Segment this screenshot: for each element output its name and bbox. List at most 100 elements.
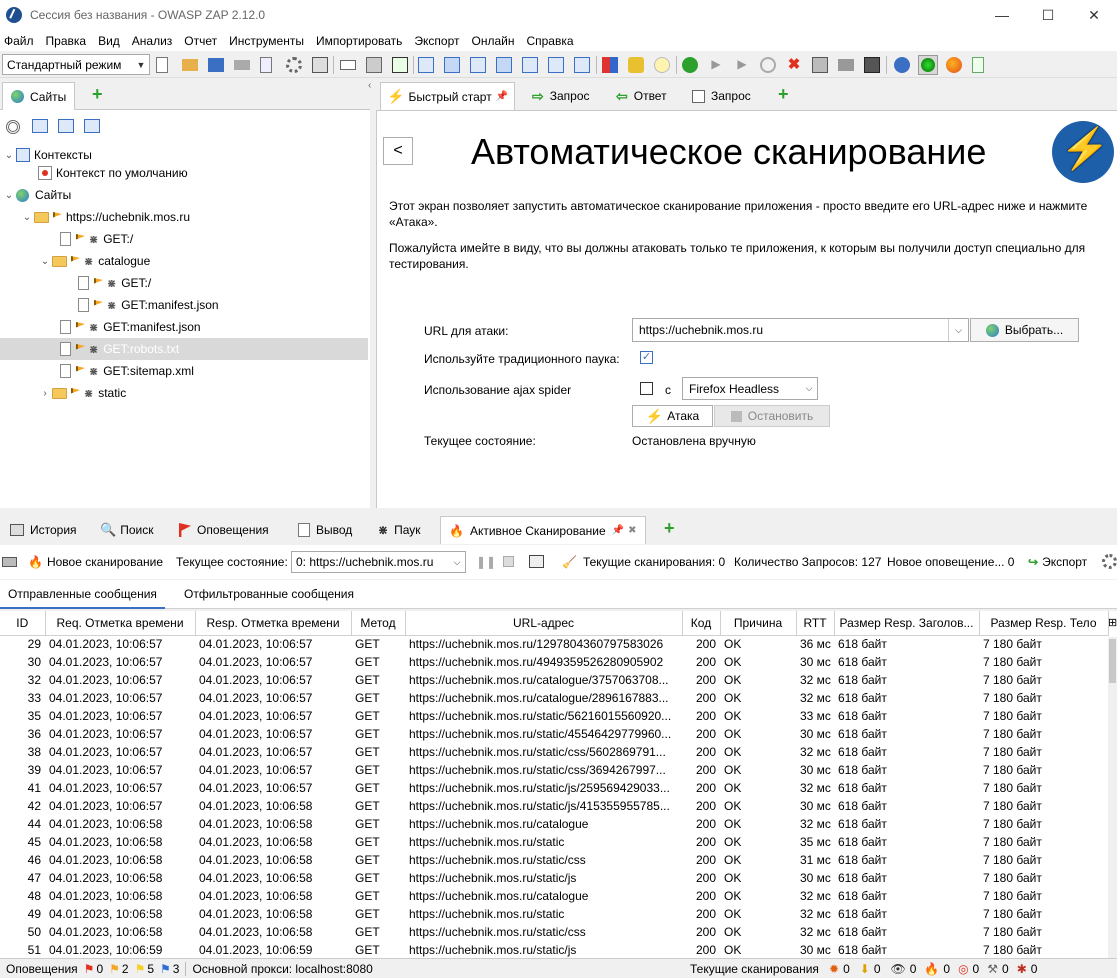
add-tab-icon[interactable]: + (92, 85, 103, 103)
layout-side-icon[interactable] (470, 57, 486, 73)
tree-node-static[interactable]: › ⋇ static (38, 383, 126, 403)
table-row[interactable]: 32 04.01.2023, 10:06:57 04.01.2023, 10:06:… (0, 671, 1108, 689)
tab-quick-start[interactable]: ⚡ Быстрый старт 📌 (380, 82, 516, 110)
tab-sites[interactable]: Сайты (2, 82, 76, 110)
new-session-icon[interactable] (156, 57, 168, 73)
table-row[interactable]: 46 04.01.2023, 10:06:58 04.01.2023, 10:06:… (0, 851, 1108, 869)
layout-horizontal-icon[interactable] (522, 57, 538, 73)
keyboard-icon[interactable] (812, 57, 828, 73)
scrollbar-thumb[interactable] (1109, 639, 1116, 683)
collapse-arrows-icon[interactable]: ‹ (368, 80, 371, 91)
note-icon[interactable] (340, 60, 356, 70)
tree-node-get-root[interactable]: ⋇ GET:/ (60, 229, 133, 249)
save-session-icon[interactable] (208, 58, 224, 72)
table-row[interactable]: 41 04.01.2023, 10:06:57 04.01.2023, 10:06:… (0, 779, 1108, 797)
table-row[interactable]: 35 04.01.2023, 10:06:57 04.01.2023, 10:06:… (0, 707, 1108, 725)
layout-vertical-icon[interactable] (548, 57, 564, 73)
gear-icon[interactable] (1102, 554, 1117, 569)
step-icon[interactable]: ▶ (708, 57, 724, 73)
table-row[interactable]: 39 04.01.2023, 10:06:57 04.01.2023, 10:06:… (0, 761, 1108, 779)
tree-node-catalogue[interactable]: ⌄ ⋇ catalogue (38, 251, 150, 271)
tab-request-editor[interactable]: Запрос (684, 82, 759, 110)
pin-icon[interactable]: 📌 (612, 525, 624, 536)
col-code[interactable]: Код (682, 611, 721, 636)
col-reason[interactable]: Причина (720, 611, 797, 636)
tab-alerts[interactable]: Оповещения (171, 516, 277, 544)
script-icon[interactable] (628, 57, 644, 73)
col-rtt[interactable]: RTT (796, 611, 835, 636)
table-row[interactable]: 51 04.01.2023, 10:06:59 04.01.2023, 10:06:… (0, 941, 1108, 958)
back-button[interactable]: < (383, 137, 413, 165)
tab-sent-messages[interactable]: Отправленные сообщения (0, 580, 165, 609)
maximize-button[interactable]: ☐ (1025, 0, 1071, 30)
table-row[interactable]: 44 04.01.2023, 10:06:58 04.01.2023, 10:06:… (0, 815, 1108, 833)
col-method[interactable]: Метод (351, 611, 406, 636)
col-req-time[interactable]: Req. Отметка времени (45, 611, 196, 636)
snapshot-icon[interactable] (234, 60, 250, 70)
menu-file[interactable]: Файл (0, 34, 42, 48)
tab-request[interactable]: ⇨ Запрос (524, 82, 598, 110)
layout-split-icon[interactable] (496, 57, 512, 73)
scan-select[interactable]: 0: https://uchebnik.mos.ru ⌵ (291, 551, 466, 573)
attack-button[interactable]: ⚡ Атака (632, 405, 713, 427)
table-row[interactable]: 47 04.01.2023, 10:06:58 04.01.2023, 10:06:… (0, 869, 1108, 887)
break-all-icon[interactable] (682, 57, 698, 73)
table-row[interactable]: 49 04.01.2023, 10:06:58 04.01.2023, 10:06:… (0, 905, 1108, 923)
lightbulb-icon[interactable] (654, 57, 670, 73)
ajax-spider-checkbox[interactable] (640, 382, 653, 395)
table-row[interactable]: 38 04.01.2023, 10:06:57 04.01.2023, 10:06:… (0, 743, 1108, 761)
tree-node-manifest[interactable]: ⋇ GET:manifest.json (60, 317, 201, 337)
http-sessions-icon[interactable] (838, 59, 854, 71)
close-button[interactable]: ✕ (1071, 0, 1117, 30)
scope-icon[interactable] (602, 57, 618, 73)
menu-online[interactable]: Онлайн (467, 34, 522, 48)
table-row[interactable]: 50 04.01.2023, 10:06:58 04.01.2023, 10:06:… (0, 923, 1108, 941)
tree-default-context[interactable]: Контекст по умолчанию (38, 163, 188, 183)
table-row[interactable]: 29 04.01.2023, 10:06:57 04.01.2023, 10:06:… (0, 635, 1108, 653)
tab-active-scan[interactable]: 🔥 Активное Сканирование 📌 ✖ (440, 516, 646, 544)
menu-export[interactable]: Экспорт (410, 34, 467, 48)
col-resp-time[interactable]: Resp. Отметка времени (195, 611, 352, 636)
keyboard-icon[interactable] (2, 557, 17, 567)
open-session-icon[interactable] (182, 59, 198, 71)
chevron-down-icon[interactable]: ⌵ (948, 319, 968, 341)
table-row[interactable]: 30 04.01.2023, 10:06:57 04.01.2023, 10:06:… (0, 653, 1108, 671)
table-scrollbar[interactable] (1108, 637, 1117, 958)
select-url-button[interactable]: Выбрать... (970, 318, 1079, 342)
menu-report[interactable]: Отчет (180, 34, 225, 48)
stop-icon[interactable] (503, 556, 514, 567)
new-context-icon[interactable] (32, 119, 48, 133)
tree-node-sitemap[interactable]: ⋇ GET:sitemap.xml (60, 361, 194, 381)
layout-full-icon[interactable] (418, 57, 434, 73)
minimize-button[interactable]: — (979, 0, 1025, 30)
table-row[interactable]: 33 04.01.2023, 10:06:57 04.01.2023, 10:06:… (0, 689, 1108, 707)
x-icon[interactable]: ✖ (786, 57, 802, 73)
firefox-icon[interactable] (946, 57, 962, 73)
menu-analyse[interactable]: Анализ (128, 34, 181, 48)
column-chooser-icon[interactable]: ⊞ (1108, 616, 1117, 629)
session-properties-icon[interactable] (260, 57, 272, 73)
layout-icon[interactable] (366, 57, 382, 73)
menu-import[interactable]: Импортировать (312, 34, 410, 48)
new-scan-button[interactable]: 🔥 Новое сканирование (28, 555, 163, 569)
hud-icon[interactable] (864, 57, 880, 73)
proxy-status-icon[interactable] (921, 58, 935, 72)
pause-icon[interactable]: ❚❚ (476, 555, 496, 569)
target-icon[interactable] (6, 120, 20, 134)
table-row[interactable]: 48 04.01.2023, 10:06:58 04.01.2023, 10:06:… (0, 887, 1108, 905)
tab-spider[interactable]: ⋇ Паук (370, 516, 428, 544)
import-context-icon[interactable] (58, 119, 74, 133)
continue-icon[interactable]: ▶ (734, 57, 750, 73)
menu-help[interactable]: Справка (522, 34, 581, 48)
options-icon[interactable] (312, 57, 328, 73)
tab-history[interactable]: История (2, 516, 85, 544)
tab-response[interactable]: ⇦ Ответ (608, 82, 675, 110)
tree-contexts[interactable]: ⌄ Контексты (2, 145, 92, 165)
ajax-browser-select[interactable]: Firefox Headless ⌵ (682, 377, 818, 400)
col-id[interactable]: ID (0, 611, 46, 636)
menu-edit[interactable]: Правка (42, 34, 95, 48)
menu-view[interactable]: Вид (94, 34, 128, 48)
table-row[interactable]: 42 04.01.2023, 10:06:57 04.01.2023, 10:06:… (0, 797, 1108, 815)
tab-search[interactable]: 🔍 Поиск (92, 516, 161, 544)
col-resp-header-size[interactable]: Размер Resp. Заголов... (834, 611, 980, 636)
